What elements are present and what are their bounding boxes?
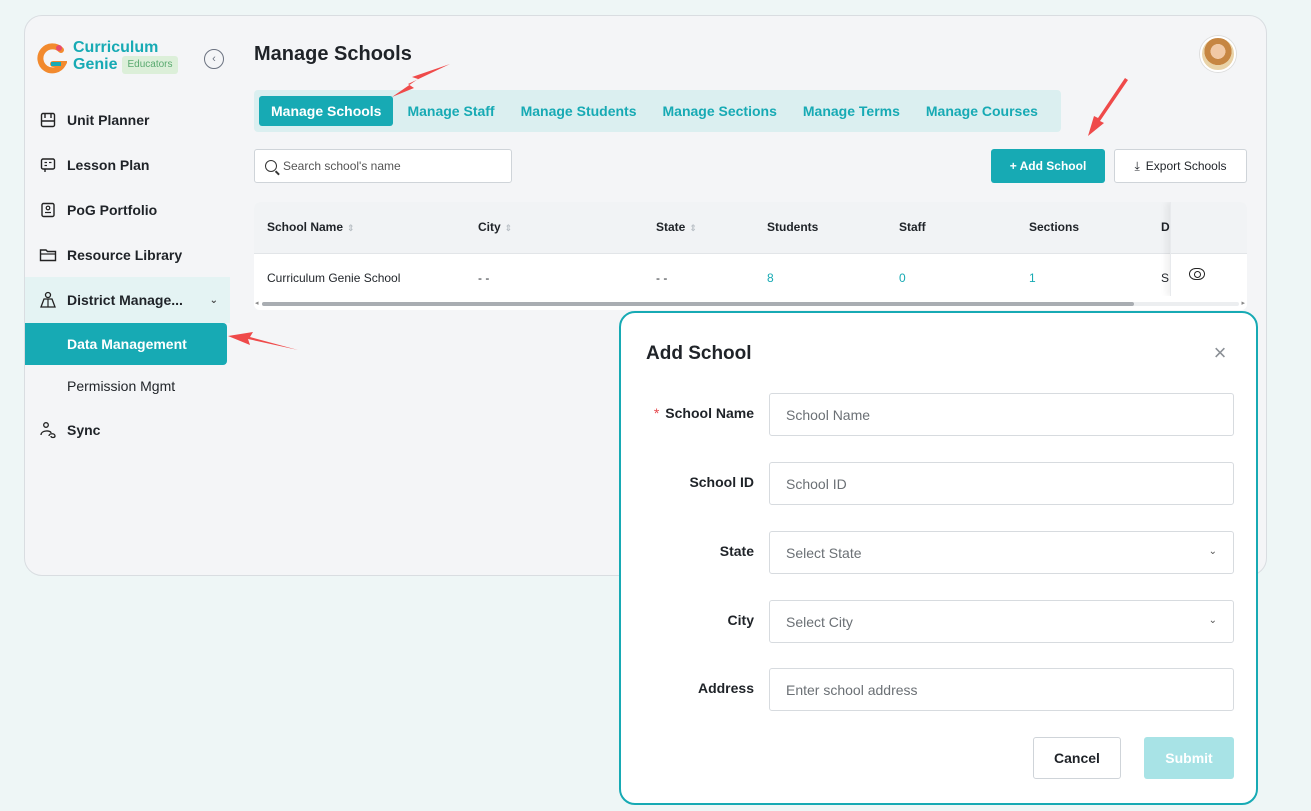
add-school-button[interactable]: + Add School [991,149,1105,183]
column-header-city[interactable]: City ⇕ [478,220,512,234]
view-eye-icon[interactable] [1189,268,1205,280]
submit-button[interactable]: Submit [1144,737,1234,779]
sidebar-item-label: Unit Planner [67,111,150,128]
sort-icon[interactable]: ⇕ [689,223,697,233]
search-input[interactable] [283,159,503,173]
search-box [254,149,512,183]
brand-badge: Educators [122,56,178,74]
folder-icon [39,246,57,264]
city-label: City [727,612,754,628]
state-row: State Select State ⌄ [621,531,1256,575]
sidebar: Curriculum Genie Educators ‹ Unit Planne… [25,16,230,575]
city-select-placeholder: Select City [786,613,853,630]
cell-state: - - [656,271,668,285]
sidebar-item-district-management[interactable]: District Manage... ⌄ [25,277,230,323]
brand-name-line2: Genie [73,56,118,73]
cell-students[interactable]: 8 [767,271,774,285]
sidebar-item-label: Sync [67,421,101,438]
sidebar-nav: Unit Planner Lesson Plan PoG Portfolio R… [25,97,230,452]
column-header-staff: Staff [899,220,926,234]
tab-manage-terms[interactable]: Manage Terms [791,96,912,126]
school-id-row: School ID [621,462,1256,506]
state-label: State [719,543,754,559]
column-header-sections: Sections [1029,220,1080,234]
column-header-state[interactable]: State ⇕ [656,220,697,234]
sort-icon[interactable]: ⇕ [505,223,513,233]
add-school-modal: Add School × *School Name School ID Stat… [619,311,1258,805]
chevron-down-icon: ⌄ [209,294,218,306]
sidebar-item-pog-portfolio[interactable]: PoG Portfolio [25,187,230,232]
brand-name-line1: Curriculum [73,39,159,56]
school-name-row: * School Name [621,393,1256,437]
brand-logo[interactable]: Curriculum Genie Educators [37,40,178,76]
chevron-left-icon: ‹ [212,53,216,65]
table-header: School Name ⇕ City ⇕ State ⇕ Students Staff… [254,202,1247,254]
close-icon[interactable]: × [1208,341,1232,365]
state-select[interactable]: Select State ⌄ [769,531,1234,574]
district-icon [39,291,57,309]
chevron-down-icon: ⌄ [1208,615,1217,626]
cell-school-name: Curriculum Genie School [267,271,401,285]
address-row: Address [621,668,1256,712]
column-header-d: D [1161,220,1170,234]
school-name-label: * School Name [653,405,754,421]
cell-city: - - [478,271,490,285]
export-schools-label: Export Schools [1145,159,1227,173]
state-select-placeholder: Select State [786,544,862,561]
address-input[interactable] [786,681,1206,698]
sidebar-item-sync[interactable]: Sync [25,407,230,452]
sidebar-subitem-data-management[interactable]: Data Management [25,323,227,365]
sidebar-item-label: Resource Library [67,246,183,263]
sort-icon[interactable]: ⇕ [347,223,355,233]
cell-sections[interactable]: 1 [1029,271,1036,285]
chevron-down-icon: ⌄ [1208,546,1217,557]
required-asterisk-icon: * [653,405,660,421]
scrollbar-thumb[interactable] [262,302,1134,306]
schools-table: School Name ⇕ City ⇕ State ⇕ Students Staff… [254,202,1247,310]
school-id-label: School ID [689,474,754,490]
export-schools-button[interactable]: ⤓ Export Schools [1114,149,1247,183]
page-title: Manage Schools [254,43,412,65]
tab-manage-schools[interactable]: Manage Schools [259,96,394,126]
lesson-icon [39,156,57,174]
user-avatar[interactable] [1200,36,1236,72]
sync-icon [39,421,57,439]
scroll-left-icon[interactable]: ◂ [255,299,259,307]
school-id-input[interactable] [786,475,1206,492]
tab-manage-sections[interactable]: Manage Sections [651,96,789,126]
horizontal-scrollbar[interactable]: ◂ ▸ [254,296,1247,310]
actions-column [1170,202,1247,296]
city-select[interactable]: Select City ⌄ [769,600,1234,643]
sidebar-item-lesson-plan[interactable]: Lesson Plan [25,142,230,187]
planner-icon [39,111,57,129]
city-row: City Select City ⌄ [621,600,1256,644]
sidebar-subitem-permission-mgmt[interactable]: Permission Mgmt [25,365,230,407]
tab-manage-courses[interactable]: Manage Courses [914,96,1050,126]
sidebar-item-label: District Manage... [67,292,183,308]
sidebar-subitem-label: Permission Mgmt [67,378,176,394]
portfolio-icon [39,201,57,219]
cell-staff[interactable]: 0 [899,271,906,285]
sidebar-subitem-label: Data Management [67,336,187,352]
sidebar-item-label: Lesson Plan [67,156,150,173]
column-header-school-name[interactable]: School Name ⇕ [267,220,355,234]
school-name-input[interactable] [786,406,1206,423]
cancel-button[interactable]: Cancel [1033,737,1121,779]
scroll-right-icon[interactable]: ▸ [1241,299,1245,307]
sidebar-item-label: PoG Portfolio [67,201,158,218]
sidebar-item-unit-planner[interactable]: Unit Planner [25,97,230,142]
sidebar-item-resource-library[interactable]: Resource Library [25,232,230,277]
download-icon: ⤓ [1134,158,1140,173]
modal-title: Add School [646,343,752,364]
curriculum-genie-logo-icon [37,42,69,76]
address-label: Address [697,680,754,696]
column-header-students: Students [767,220,819,234]
cell-d: S [1161,271,1170,285]
tab-manage-staff[interactable]: Manage Staff [395,96,506,126]
search-icon [265,160,277,172]
tab-bar: Manage Schools Manage Staff Manage Stude… [254,90,1061,132]
tab-manage-students[interactable]: Manage Students [509,96,649,126]
collapse-sidebar-button[interactable]: ‹ [204,49,224,69]
